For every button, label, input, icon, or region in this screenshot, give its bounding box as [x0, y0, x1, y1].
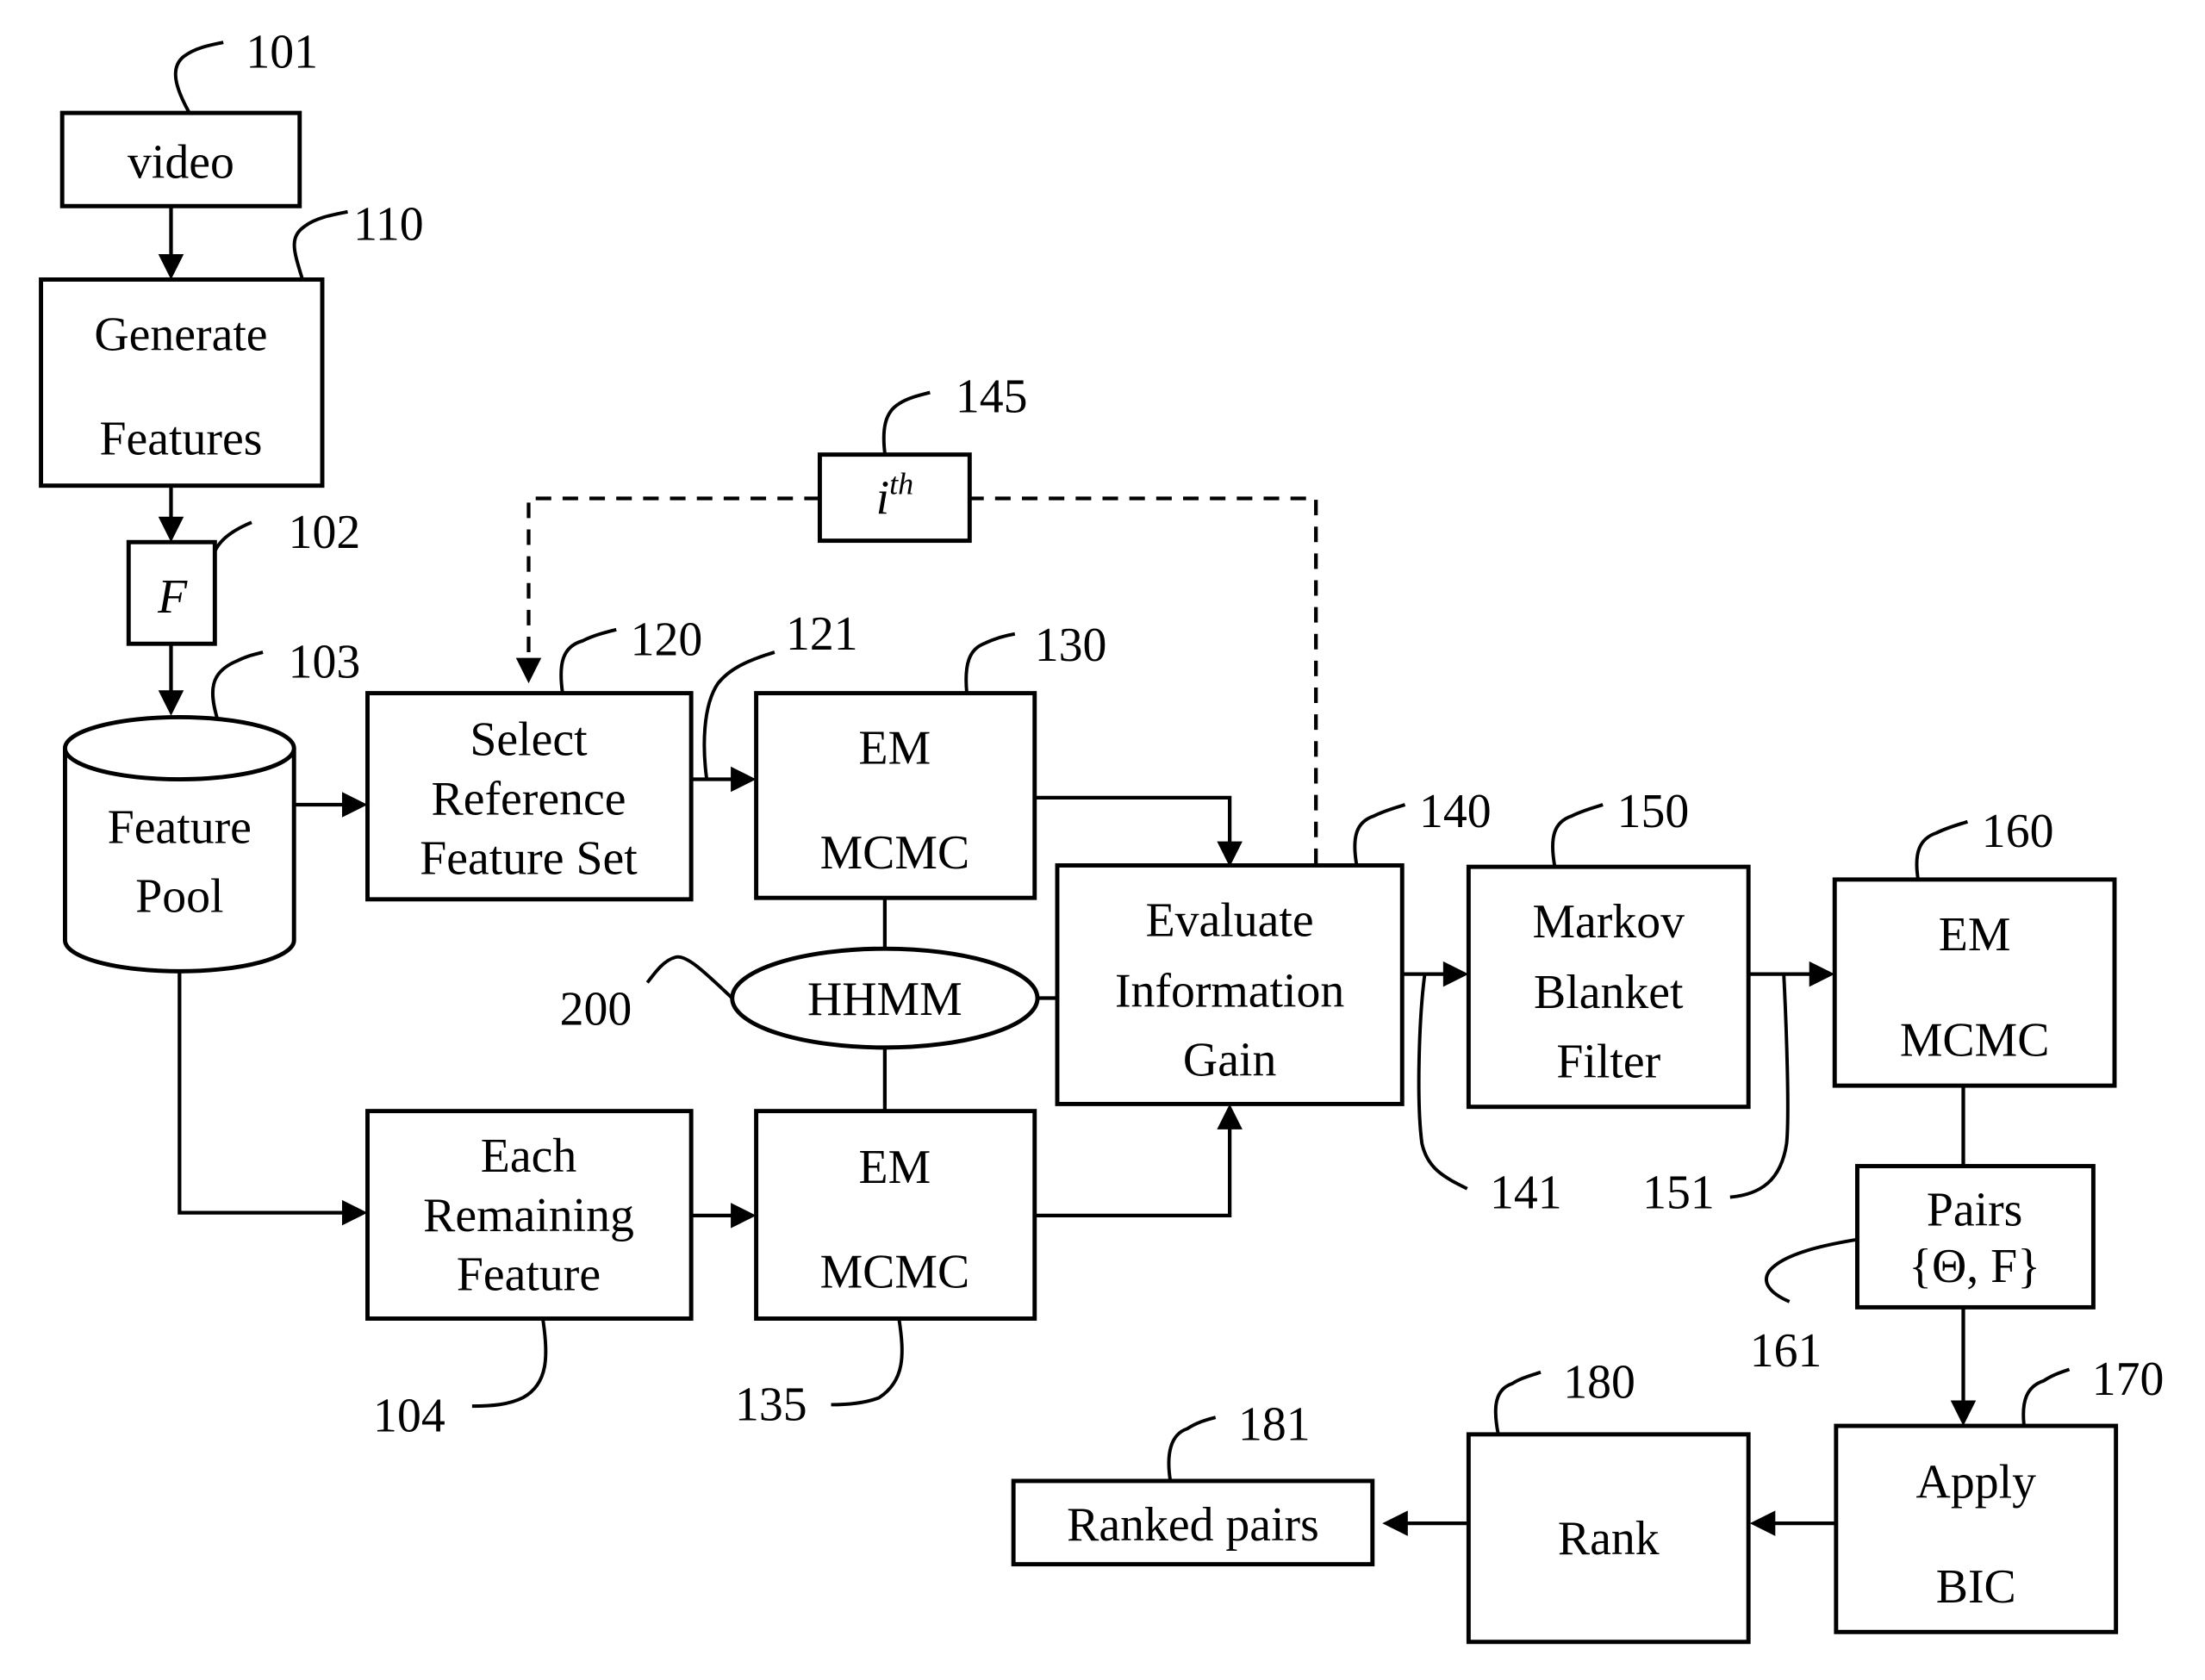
- ref-200: 200: [560, 983, 632, 1036]
- node-label: BIC: [1936, 1560, 2016, 1614]
- ref-140: 140: [1419, 785, 1492, 838]
- node-label: Reference: [432, 773, 626, 826]
- ref-130: 130: [1035, 619, 1107, 672]
- arrowhead: [1809, 961, 1835, 987]
- node-label: video: [128, 135, 234, 189]
- ref-180: 180: [1563, 1355, 1635, 1409]
- node-generate-features: Generate Features: [39, 277, 325, 488]
- node-em-mcmc-160: EM MCMC: [1832, 877, 2117, 1088]
- node-label: Blanket: [1534, 966, 1684, 1019]
- ref-110: 110: [353, 198, 424, 252]
- arrowhead: [158, 253, 184, 280]
- ref-101: 101: [246, 26, 318, 79]
- node-feature-pool: Feature Pool: [62, 714, 296, 974]
- node-label: MCMC: [1900, 1014, 2050, 1067]
- node-label: F: [157, 570, 188, 624]
- node-label: Gain: [1183, 1034, 1277, 1087]
- node-rank: Rank: [1466, 1432, 1751, 1645]
- arrowhead: [158, 690, 184, 716]
- node-select-reference: Select Reference Feature Set: [365, 691, 694, 902]
- ref-145: 145: [956, 370, 1028, 424]
- ref-135: 135: [735, 1378, 807, 1432]
- node-label: MCMC: [820, 1245, 970, 1298]
- node-label: Markov: [1532, 895, 1685, 949]
- node-ranked-pairs: Ranked pairs: [1011, 1478, 1375, 1567]
- node-label: Feature: [108, 800, 252, 854]
- ref-181: 181: [1238, 1397, 1311, 1451]
- node-label: Filter: [1556, 1035, 1660, 1088]
- node-label: {Θ, F}: [1909, 1240, 2040, 1293]
- arrowhead: [1749, 1510, 1776, 1536]
- ref-121: 121: [786, 607, 858, 661]
- node-label: Rank: [1558, 1512, 1660, 1565]
- edge-em2-evaluate: [1034, 1121, 1232, 1218]
- node-label: Pool: [135, 870, 223, 924]
- ref-170: 170: [2092, 1353, 2165, 1406]
- node-em-mcmc-135: EM MCMC: [754, 1109, 1037, 1321]
- node-pairs: Pairs {Θ, F}: [1855, 1164, 2096, 1310]
- arrowhead: [1382, 1510, 1408, 1536]
- node-each-remaining: Each Remaining Feature: [365, 1109, 694, 1321]
- edge-pool-remaining: [178, 971, 351, 1215]
- node-label: Apply: [1916, 1456, 2037, 1509]
- node-label: Pairs: [1927, 1183, 2023, 1236]
- node-label: Each: [481, 1129, 577, 1183]
- node-label: Evaluate: [1146, 893, 1314, 947]
- ref-150: 150: [1617, 785, 1690, 838]
- node-label: MCMC: [820, 826, 970, 880]
- node-markov-blanket-filter: Markov Blanket Filter: [1466, 864, 1751, 1110]
- node-label: Feature: [457, 1248, 601, 1302]
- ref-102: 102: [289, 506, 361, 559]
- node-em-mcmc-130: EM MCMC: [754, 691, 1037, 900]
- node-ith: ith: [817, 452, 972, 544]
- arrowhead: [1950, 1400, 1977, 1427]
- arrowhead: [731, 1203, 757, 1229]
- node-hhmm: HHMM: [730, 946, 1040, 1050]
- node-label: Ranked pairs: [1067, 1498, 1319, 1552]
- edge-em1-evaluate: [1034, 795, 1232, 850]
- node-label: Features: [100, 413, 263, 466]
- node-label: Feature Set: [420, 831, 638, 885]
- node-label: Generate: [94, 308, 267, 361]
- arrowhead: [515, 657, 542, 684]
- node-label: Remaining: [423, 1189, 634, 1242]
- ref-141: 141: [1490, 1167, 1562, 1220]
- arrowhead: [341, 1199, 368, 1226]
- arrowhead: [341, 792, 368, 818]
- arrowhead: [158, 516, 184, 543]
- arrowhead: [1217, 1104, 1243, 1129]
- node-f: F: [126, 539, 217, 646]
- node-label: HHMM: [807, 973, 962, 1026]
- ref-103: 103: [289, 636, 361, 689]
- node-label: EM: [1939, 908, 2011, 961]
- ref-104: 104: [373, 1390, 445, 1443]
- ref-161: 161: [1750, 1324, 1822, 1378]
- arrowhead: [1217, 841, 1243, 868]
- node-label: EM: [859, 1141, 931, 1194]
- flow-diagram: video Generate Features F Feature Pool S…: [39, 26, 2165, 1645]
- node-evaluate-information-gain: Evaluate Information Gain: [1055, 863, 1405, 1106]
- ref-160: 160: [1982, 805, 2054, 858]
- node-label: EM: [859, 722, 931, 775]
- node-label: Information: [1115, 964, 1344, 1017]
- ref-120: 120: [631, 613, 703, 666]
- arrowhead: [1442, 961, 1469, 987]
- node-video: video: [59, 110, 302, 208]
- node-label: Select: [470, 713, 588, 767]
- arrowhead: [731, 766, 757, 793]
- ref-151: 151: [1642, 1167, 1715, 1220]
- node-apply-bic: Apply BIC: [1834, 1423, 2119, 1634]
